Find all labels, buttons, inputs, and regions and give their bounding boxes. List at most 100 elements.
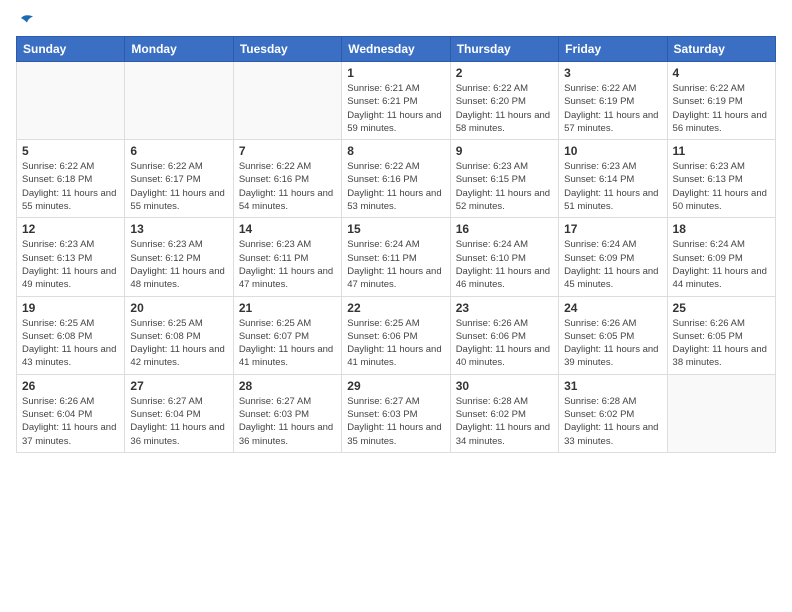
col-header-saturday: Saturday <box>667 37 775 62</box>
calendar-week-row: 12 Sunrise: 6:23 AM Sunset: 6:13 PM Dayli… <box>17 218 776 296</box>
day-info: Sunrise: 6:27 AM Sunset: 6:03 PM Dayligh… <box>347 395 444 448</box>
day-number: 26 <box>22 379 119 393</box>
day-info: Sunrise: 6:22 AM Sunset: 6:16 PM Dayligh… <box>347 160 444 213</box>
calendar-cell: 17Sunrise: 6:24 AM Sunset: 6:09 PM Dayli… <box>559 218 667 296</box>
calendar-cell: 15Sunrise: 6:24 AM Sunset: 6:11 PM Dayli… <box>342 218 450 296</box>
day-info: Sunrise: 6:22 AM Sunset: 6:19 PM Dayligh… <box>564 82 661 135</box>
calendar-cell: 1 Sunrise: 6:21 AM Sunset: 6:21 PM Daylig… <box>342 62 450 140</box>
calendar-cell: 25 Sunrise: 6:26 AM Sunset: 6:05 PM Dayli… <box>667 296 775 374</box>
calendar-week-row: 26 Sunrise: 6:26 AM Sunset: 6:04 PM Dayli… <box>17 374 776 452</box>
day-number: 11 <box>673 144 770 158</box>
calendar-cell: 3 Sunrise: 6:22 AM Sunset: 6:19 PM Daylig… <box>559 62 667 140</box>
day-number: 22 <box>347 301 444 315</box>
calendar-cell: 8Sunrise: 6:22 AM Sunset: 6:16 PM Daylig… <box>342 140 450 218</box>
day-info: Sunrise: 6:24 AM Sunset: 6:09 PM Dayligh… <box>564 238 661 291</box>
day-info: Sunrise: 6:22 AM Sunset: 6:16 PM Dayligh… <box>239 160 336 213</box>
day-number: 18 <box>673 222 770 236</box>
calendar-cell: 13 Sunrise: 6:23 AM Sunset: 6:12 PM Dayli… <box>125 218 233 296</box>
col-header-friday: Friday <box>559 37 667 62</box>
day-number: 30 <box>456 379 553 393</box>
day-number: 31 <box>564 379 661 393</box>
day-number: 13 <box>130 222 227 236</box>
day-info: Sunrise: 6:23 AM Sunset: 6:12 PM Dayligh… <box>130 238 227 291</box>
calendar-cell: 21 Sunrise: 6:25 AM Sunset: 6:07 PM Dayli… <box>233 296 341 374</box>
day-info: Sunrise: 6:23 AM Sunset: 6:14 PM Dayligh… <box>564 160 661 213</box>
day-number: 10 <box>564 144 661 158</box>
calendar-cell: 16 Sunrise: 6:24 AM Sunset: 6:10 PM Dayli… <box>450 218 558 296</box>
logo-bird-icon <box>18 12 36 30</box>
day-info: Sunrise: 6:22 AM Sunset: 6:18 PM Dayligh… <box>22 160 119 213</box>
calendar-cell <box>233 62 341 140</box>
calendar-header-row: SundayMondayTuesdayWednesdayThursdayFrid… <box>17 37 776 62</box>
day-info: Sunrise: 6:25 AM Sunset: 6:08 PM Dayligh… <box>130 317 227 370</box>
calendar-cell: 9 Sunrise: 6:23 AM Sunset: 6:15 PM Daylig… <box>450 140 558 218</box>
calendar-week-row: 19Sunrise: 6:25 AM Sunset: 6:08 PM Dayli… <box>17 296 776 374</box>
day-number: 29 <box>347 379 444 393</box>
day-info: Sunrise: 6:27 AM Sunset: 6:03 PM Dayligh… <box>239 395 336 448</box>
calendar-cell: 10 Sunrise: 6:23 AM Sunset: 6:14 PM Dayli… <box>559 140 667 218</box>
calendar-cell: 30Sunrise: 6:28 AM Sunset: 6:02 PM Dayli… <box>450 374 558 452</box>
day-number: 5 <box>22 144 119 158</box>
day-info: Sunrise: 6:24 AM Sunset: 6:10 PM Dayligh… <box>456 238 553 291</box>
calendar-cell: 7 Sunrise: 6:22 AM Sunset: 6:16 PM Daylig… <box>233 140 341 218</box>
day-info: Sunrise: 6:25 AM Sunset: 6:07 PM Dayligh… <box>239 317 336 370</box>
page-header <box>16 16 776 26</box>
day-info: Sunrise: 6:25 AM Sunset: 6:08 PM Dayligh… <box>22 317 119 370</box>
day-number: 7 <box>239 144 336 158</box>
day-number: 3 <box>564 66 661 80</box>
day-info: Sunrise: 6:23 AM Sunset: 6:15 PM Dayligh… <box>456 160 553 213</box>
calendar-cell: 24 Sunrise: 6:26 AM Sunset: 6:05 PM Dayli… <box>559 296 667 374</box>
calendar-cell: 23 Sunrise: 6:26 AM Sunset: 6:06 PM Dayli… <box>450 296 558 374</box>
day-number: 16 <box>456 222 553 236</box>
calendar-cell: 12 Sunrise: 6:23 AM Sunset: 6:13 PM Dayli… <box>17 218 125 296</box>
day-number: 28 <box>239 379 336 393</box>
day-info: Sunrise: 6:28 AM Sunset: 6:02 PM Dayligh… <box>564 395 661 448</box>
day-info: Sunrise: 6:26 AM Sunset: 6:04 PM Dayligh… <box>22 395 119 448</box>
day-info: Sunrise: 6:22 AM Sunset: 6:20 PM Dayligh… <box>456 82 553 135</box>
day-number: 6 <box>130 144 227 158</box>
calendar-cell: 19Sunrise: 6:25 AM Sunset: 6:08 PM Dayli… <box>17 296 125 374</box>
calendar-cell: 4 Sunrise: 6:22 AM Sunset: 6:19 PM Daylig… <box>667 62 775 140</box>
day-info: Sunrise: 6:27 AM Sunset: 6:04 PM Dayligh… <box>130 395 227 448</box>
day-number: 9 <box>456 144 553 158</box>
calendar-cell: 20Sunrise: 6:25 AM Sunset: 6:08 PM Dayli… <box>125 296 233 374</box>
calendar-table: SundayMondayTuesdayWednesdayThursdayFrid… <box>16 36 776 453</box>
day-number: 25 <box>673 301 770 315</box>
calendar-cell: 18 Sunrise: 6:24 AM Sunset: 6:09 PM Dayli… <box>667 218 775 296</box>
day-info: Sunrise: 6:26 AM Sunset: 6:05 PM Dayligh… <box>673 317 770 370</box>
day-number: 24 <box>564 301 661 315</box>
day-number: 12 <box>22 222 119 236</box>
col-header-tuesday: Tuesday <box>233 37 341 62</box>
day-info: Sunrise: 6:22 AM Sunset: 6:19 PM Dayligh… <box>673 82 770 135</box>
col-header-thursday: Thursday <box>450 37 558 62</box>
day-info: Sunrise: 6:23 AM Sunset: 6:11 PM Dayligh… <box>239 238 336 291</box>
day-number: 2 <box>456 66 553 80</box>
col-header-monday: Monday <box>125 37 233 62</box>
calendar-cell: 2 Sunrise: 6:22 AM Sunset: 6:20 PM Daylig… <box>450 62 558 140</box>
day-info: Sunrise: 6:26 AM Sunset: 6:05 PM Dayligh… <box>564 317 661 370</box>
day-info: Sunrise: 6:23 AM Sunset: 6:13 PM Dayligh… <box>22 238 119 291</box>
day-number: 15 <box>347 222 444 236</box>
day-info: Sunrise: 6:24 AM Sunset: 6:09 PM Dayligh… <box>673 238 770 291</box>
col-header-wednesday: Wednesday <box>342 37 450 62</box>
calendar-cell: 27 Sunrise: 6:27 AM Sunset: 6:04 PM Dayli… <box>125 374 233 452</box>
calendar-cell <box>17 62 125 140</box>
calendar-cell: 26 Sunrise: 6:26 AM Sunset: 6:04 PM Dayli… <box>17 374 125 452</box>
calendar-cell <box>667 374 775 452</box>
day-info: Sunrise: 6:21 AM Sunset: 6:21 PM Dayligh… <box>347 82 444 135</box>
day-number: 1 <box>347 66 444 80</box>
calendar-cell: 6 Sunrise: 6:22 AM Sunset: 6:17 PM Daylig… <box>125 140 233 218</box>
logo <box>16 16 36 26</box>
day-number: 21 <box>239 301 336 315</box>
day-info: Sunrise: 6:26 AM Sunset: 6:06 PM Dayligh… <box>456 317 553 370</box>
calendar-cell: 28 Sunrise: 6:27 AM Sunset: 6:03 PM Dayli… <box>233 374 341 452</box>
day-number: 23 <box>456 301 553 315</box>
calendar-cell: 14 Sunrise: 6:23 AM Sunset: 6:11 PM Dayli… <box>233 218 341 296</box>
day-number: 14 <box>239 222 336 236</box>
calendar-week-row: 1 Sunrise: 6:21 AM Sunset: 6:21 PM Daylig… <box>17 62 776 140</box>
calendar-cell: 29 Sunrise: 6:27 AM Sunset: 6:03 PM Dayli… <box>342 374 450 452</box>
day-number: 27 <box>130 379 227 393</box>
day-number: 4 <box>673 66 770 80</box>
calendar-cell: 31 Sunrise: 6:28 AM Sunset: 6:02 PM Dayli… <box>559 374 667 452</box>
day-info: Sunrise: 6:22 AM Sunset: 6:17 PM Dayligh… <box>130 160 227 213</box>
